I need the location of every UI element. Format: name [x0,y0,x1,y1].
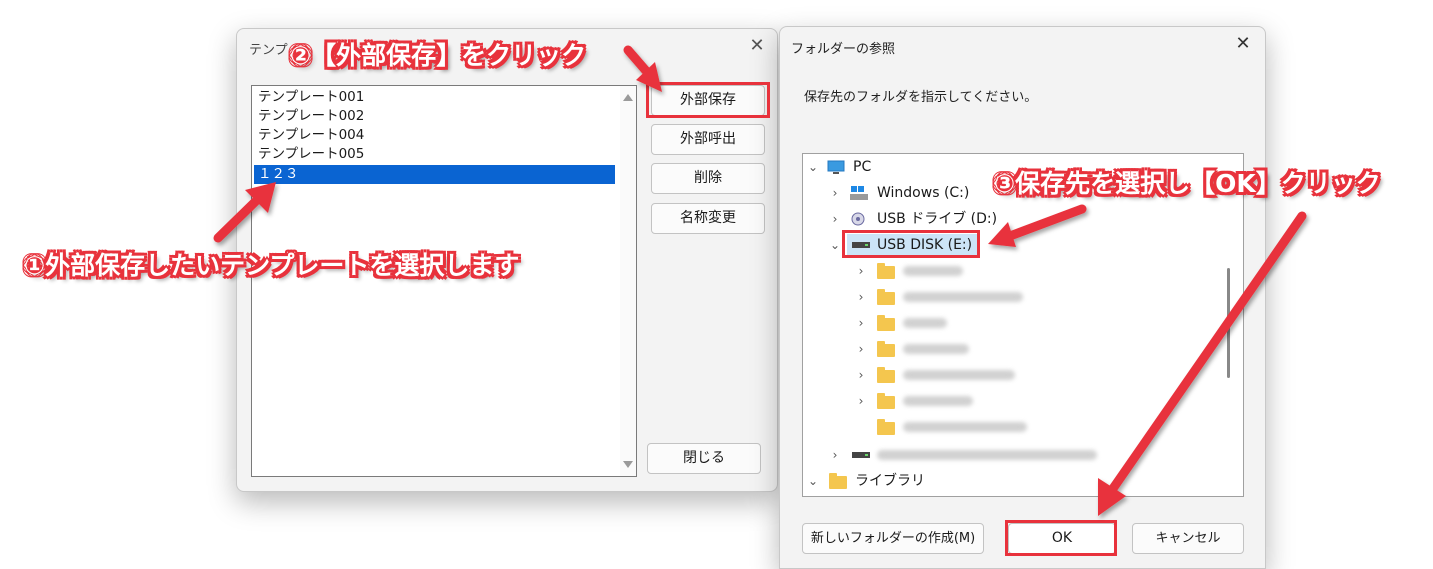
arrow-step3-disk [988,204,1087,247]
annotation-step1: ①外部保存したいテンプレートを選択します [24,251,520,280]
arrow-step2 [623,45,662,92]
annotation-arrows [213,45,1307,516]
annotation-step3: ③保存先を選択し【OK】クリック [994,169,1381,198]
annotation-step2: ②【外部保存】をクリック [290,41,587,70]
arrow-step3-ok [1098,211,1307,516]
arrow-step1 [213,182,276,243]
